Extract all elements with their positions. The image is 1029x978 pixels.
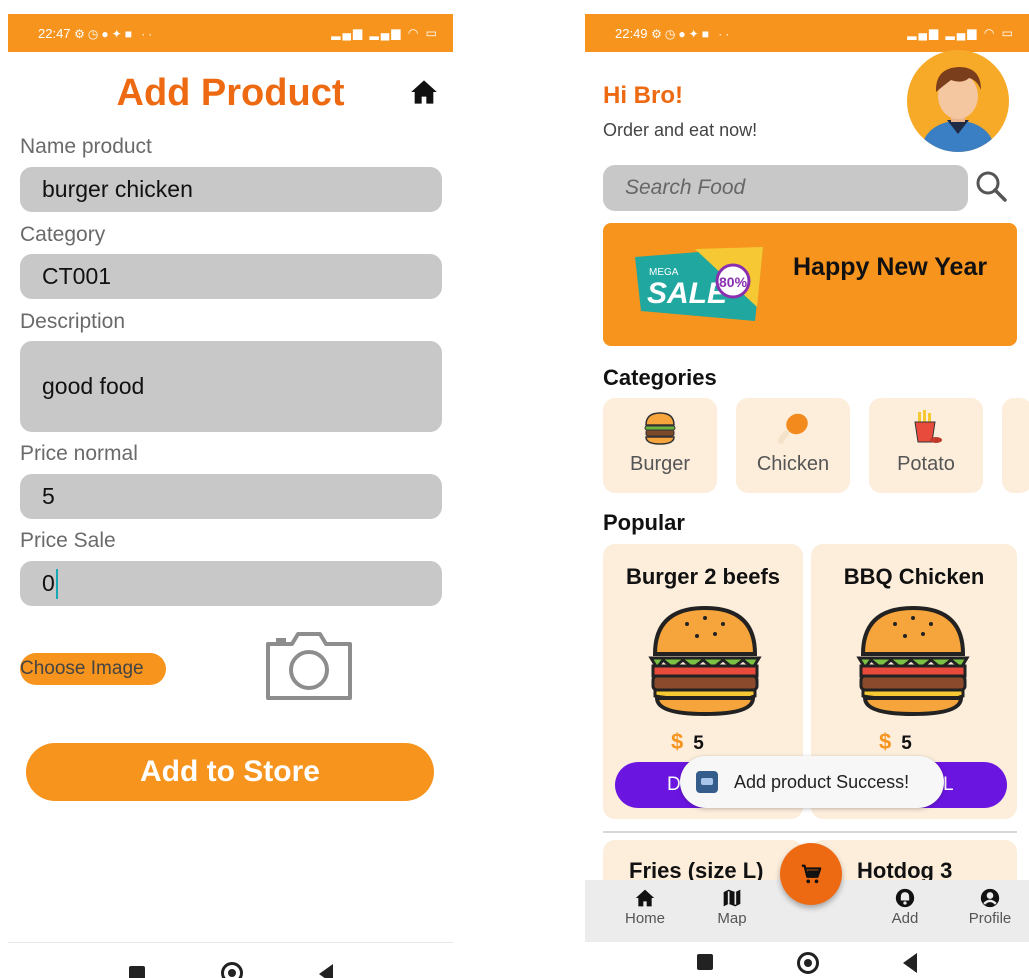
status-bar: 22:49 ⚙◷●✦■ ·· ▂▄▆ ▂▄▆ ◠ ▭ bbox=[585, 14, 1029, 52]
price-label: $5 bbox=[671, 729, 704, 755]
divider bbox=[603, 831, 1017, 833]
category-card-chicken[interactable]: Chicken bbox=[736, 398, 850, 493]
description-label: Description bbox=[20, 310, 126, 333]
detail-button-letter: L bbox=[943, 774, 954, 795]
notification-icons: ⚙◷●✦■ ·· bbox=[651, 26, 733, 41]
greeting: Hi Bro! bbox=[603, 82, 683, 109]
system-nav-bar bbox=[8, 942, 453, 978]
popular-item-name: BBQ Chicken bbox=[843, 564, 985, 589]
home-screen: 22:49 ⚙◷●✦■ ·· ▂▄▆ ▂▄▆ ◠ ▭ Hi Bro! Order… bbox=[585, 14, 1029, 978]
add-to-store-button[interactable]: Add to Store bbox=[26, 743, 434, 801]
text-caret bbox=[55, 568, 58, 599]
nav-map-label: Map bbox=[717, 910, 747, 927]
user-avatar-icon bbox=[921, 67, 995, 152]
home-icon[interactable] bbox=[409, 78, 439, 106]
popular-item-name: Burger 2 beefs bbox=[625, 564, 781, 589]
badge-percent-text: 80% bbox=[719, 274, 748, 290]
price-value: 5 bbox=[693, 733, 704, 754]
category-card-partial[interactable] bbox=[1002, 398, 1029, 493]
category-value: CT001 bbox=[42, 263, 112, 289]
avatar[interactable] bbox=[907, 50, 1009, 152]
toast-text: Add product Success! bbox=[734, 771, 910, 792]
system-nav-bar bbox=[585, 942, 1029, 978]
price-normal-input[interactable]: 5 bbox=[20, 474, 442, 519]
category-input[interactable]: CT001 bbox=[20, 254, 442, 299]
popular-title: Popular bbox=[603, 510, 685, 535]
mega-sale-badge-icon: MEGA SALE 80% bbox=[635, 247, 763, 321]
nav-profile-label: Profile bbox=[968, 910, 1012, 927]
price-normal-value: 5 bbox=[42, 483, 55, 509]
fries-icon bbox=[914, 410, 942, 443]
burger-icon bbox=[644, 412, 676, 445]
description-value: good food bbox=[42, 373, 145, 399]
home-circle-icon[interactable] bbox=[797, 952, 819, 974]
back-icon[interactable] bbox=[318, 964, 333, 978]
promo-banner[interactable]: MEGA SALE 80% Happy New Year bbox=[603, 223, 1017, 346]
banner-text: Happy New Year bbox=[793, 253, 988, 281]
search-icon[interactable] bbox=[973, 168, 1009, 204]
nav-home[interactable]: Home bbox=[610, 888, 680, 927]
category-label-chicken: Chicken bbox=[756, 453, 830, 475]
nav-add[interactable]: Add bbox=[870, 888, 940, 927]
page-title: Add Product bbox=[116, 72, 345, 114]
camera-icon[interactable] bbox=[264, 630, 354, 702]
category-label-potato: Potato bbox=[897, 453, 955, 475]
name-product-label: Name product bbox=[20, 135, 152, 158]
nav-profile[interactable]: Profile bbox=[955, 888, 1025, 927]
choose-image-button[interactable]: Choose Image bbox=[20, 653, 166, 685]
price-sale-label: Price Sale bbox=[20, 529, 116, 552]
description-input[interactable]: good food bbox=[20, 341, 442, 432]
home-circle-icon[interactable] bbox=[220, 962, 243, 978]
add-product-screen: 22:47 ⚙◷●✦■ ·· ▂▄▆ ▂▄▆ ◠ ▭ Add Product N… bbox=[8, 14, 453, 978]
toast-message: Add product Success! bbox=[680, 756, 944, 808]
home-icon bbox=[635, 889, 655, 907]
signal-wifi-battery-icon: ▂▄▆ ▂▄▆ ◠ ▭ bbox=[907, 26, 1015, 40]
price-normal-label: Price normal bbox=[20, 442, 138, 465]
cart-icon bbox=[801, 864, 822, 884]
status-time: 22:47 bbox=[38, 25, 71, 41]
status-time: 22:49 bbox=[615, 25, 648, 41]
app-icon bbox=[696, 771, 718, 793]
burger-image-icon bbox=[648, 605, 762, 717]
category-card-potato[interactable]: Potato bbox=[869, 398, 983, 493]
price-label: $5 bbox=[879, 729, 912, 755]
dollar-icon: $ bbox=[879, 729, 892, 754]
price-value: 5 bbox=[901, 733, 912, 754]
notification-icons: ⚙◷●✦■ ·· bbox=[74, 26, 156, 41]
category-label-burger: Burger bbox=[629, 453, 691, 475]
add-icon bbox=[895, 888, 915, 908]
search-placeholder: Search Food bbox=[625, 176, 746, 199]
nav-add-label: Add bbox=[891, 910, 919, 927]
search-input[interactable]: Search Food bbox=[603, 165, 968, 211]
nav-home-label: Home bbox=[624, 910, 665, 927]
categories-title: Categories bbox=[603, 365, 717, 390]
dollar-icon: $ bbox=[671, 729, 684, 754]
signal-wifi-battery-icon: ▂▄▆ ▂▄▆ ◠ ▭ bbox=[331, 26, 439, 40]
name-product-input[interactable]: burger chicken bbox=[20, 167, 442, 212]
back-icon[interactable] bbox=[903, 953, 917, 973]
map-icon bbox=[723, 889, 741, 907]
category-label: Category bbox=[20, 223, 106, 246]
category-card-burger[interactable]: Burger bbox=[603, 398, 717, 493]
profile-icon bbox=[980, 888, 1000, 908]
recents-icon[interactable] bbox=[697, 954, 713, 970]
recents-icon[interactable] bbox=[128, 966, 145, 978]
burger-image-icon bbox=[856, 605, 970, 717]
cart-button[interactable] bbox=[780, 843, 842, 905]
price-sale-value: 0 bbox=[42, 570, 55, 596]
name-product-value: burger chicken bbox=[42, 176, 193, 202]
status-bar: 22:47 ⚙◷●✦■ ·· ▂▄▆ ▂▄▆ ◠ ▭ bbox=[8, 14, 453, 52]
chicken-leg-icon bbox=[778, 413, 808, 444]
nav-map[interactable]: Map bbox=[697, 888, 767, 927]
greeting-subtitle: Order and eat now! bbox=[603, 120, 758, 140]
detail-button-letter: D bbox=[667, 774, 681, 795]
price-sale-input[interactable]: 0 bbox=[20, 561, 442, 606]
